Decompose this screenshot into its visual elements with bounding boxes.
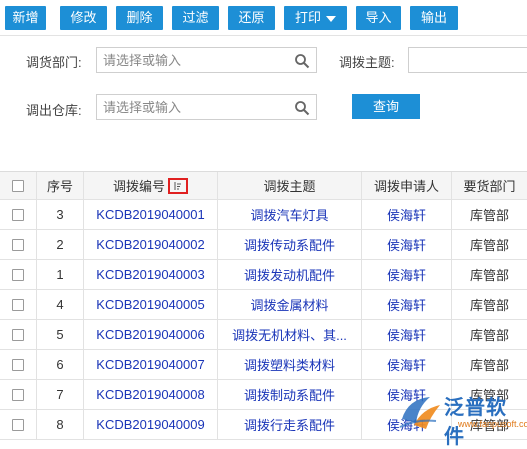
table-row[interactable]: 1 KCDB2019040003 调拨发动机配件 侯海轩 库管部 [0,260,527,290]
delete-button[interactable]: 删除 [116,6,163,30]
dept-field[interactable] [96,47,317,73]
row-seq: 7 [37,380,84,409]
search-icon[interactable] [294,100,310,116]
row-select-cell [0,230,37,259]
table-row[interactable]: 7 KCDB2019040008 调拨制动系配件 侯海轩 库管部 [0,380,527,410]
header-dept[interactable]: 要货部门 [452,172,527,199]
row-applicant-link[interactable]: 侯海轩 [362,380,452,409]
header-seq[interactable]: 序号 [37,172,84,199]
row-applicant-link[interactable]: 侯海轩 [362,290,452,319]
row-seq: 3 [37,200,84,229]
row-select-cell [0,380,37,409]
row-select-cell [0,290,37,319]
row-checkbox[interactable] [12,208,24,221]
search-icon[interactable] [294,53,310,69]
row-dept: 库管部 [469,268,509,283]
add-button[interactable]: 新增 [5,6,46,30]
table-row[interactable]: 3 KCDB2019040001 调拨汽车灯具 侯海轩 库管部 [0,200,527,230]
sort-icon[interactable] [168,177,188,194]
table-row[interactable]: 4 KCDB2019040005 调拨金属材料 侯海轩 库管部 [0,290,527,320]
import-button[interactable]: 导入 [356,6,401,30]
dept-label: 调货部门: [26,55,82,70]
row-code-link[interactable]: KCDB2019040008 [84,380,218,409]
row-applicant-link[interactable]: 侯海轩 [362,230,452,259]
row-seq: 1 [37,260,84,289]
row-checkbox[interactable] [12,418,24,431]
restore-button[interactable]: 还原 [228,6,275,30]
toolbar: 新增 修改 删除 过滤 还原 打印 导入 输出 [0,0,527,32]
header-applicant[interactable]: 调拨申请人 [362,172,452,199]
row-applicant-link[interactable]: 侯海轩 [362,260,452,289]
header-subject-label: 调拨主题 [263,179,316,194]
row-select-cell [0,260,37,289]
row-subject-link[interactable]: 调拨塑料类材料 [218,350,362,379]
table-row[interactable]: 6 KCDB2019040007 调拨塑料类材料 侯海轩 库管部 [0,350,527,380]
row-dept: 库管部 [469,358,509,373]
warehouse-input[interactable] [97,95,316,119]
row-checkbox[interactable] [12,238,24,251]
table-header: 序号 调拨编号 调拨主题 调拨申请人 要货部门 [0,171,527,200]
row-seq: 2 [37,230,84,259]
subject-input[interactable] [409,48,527,72]
warehouse-label: 调出仓库: [26,103,82,118]
row-code-link[interactable]: KCDB2019040006 [84,320,218,349]
edit-button[interactable]: 修改 [60,6,107,30]
table-row[interactable]: 2 KCDB2019040002 调拨传动系配件 侯海轩 库管部 [0,230,527,260]
header-subject[interactable]: 调拨主题 [218,172,362,199]
dept-input[interactable] [97,48,316,72]
header-applicant-label: 调拨申请人 [373,179,439,194]
row-code-link[interactable]: KCDB2019040002 [84,230,218,259]
row-applicant-link[interactable]: 侯海轩 [362,320,452,349]
header-code[interactable]: 调拨编号 [84,172,218,199]
row-seq: 4 [37,290,84,319]
header-seq-label: 序号 [46,179,73,194]
row-dept: 库管部 [469,238,509,253]
row-applicant-link[interactable]: 侯海轩 [362,350,452,379]
row-checkbox[interactable] [12,358,24,371]
row-code-link[interactable]: KCDB2019040001 [84,200,218,229]
select-all-checkbox[interactable] [12,179,24,192]
print-button-label: 打印 [294,10,321,25]
row-dept: 库管部 [469,208,509,223]
subject-label: 调拨主题: [339,55,395,70]
row-select-cell [0,320,37,349]
row-checkbox[interactable] [12,388,24,401]
row-subject-link[interactable]: 调拨发动机配件 [218,260,362,289]
row-dept: 库管部 [469,298,509,313]
row-checkbox[interactable] [12,328,24,341]
row-subject-link[interactable]: 调拨金属材料 [218,290,362,319]
row-applicant-link[interactable]: 侯海轩 [362,200,452,229]
row-subject-link[interactable]: 调拨传动系配件 [218,230,362,259]
row-subject-link[interactable]: 调拨无机材料、其... [218,320,362,349]
row-checkbox[interactable] [12,268,24,281]
table-row[interactable]: 5 KCDB2019040006 调拨无机材料、其... 侯海轩 库管部 [0,320,527,350]
row-code-link[interactable]: KCDB2019040005 [84,290,218,319]
query-button[interactable]: 查询 [352,94,420,119]
row-code-link[interactable]: KCDB2019040007 [84,350,218,379]
row-dept: 库管部 [469,328,509,343]
row-code-link[interactable]: KCDB2019040003 [84,260,218,289]
row-dept: 库管部 [469,388,509,403]
warehouse-field[interactable] [96,94,317,120]
header-code-label: 调拨编号 [112,179,165,194]
header-dept-label: 要货部门 [463,179,516,194]
row-seq: 6 [37,350,84,379]
row-seq: 5 [37,320,84,349]
table-row[interactable]: 8 KCDB2019040009 调拨行走系配件 侯海轩 库管部 [0,410,527,440]
header-select-all [0,172,37,199]
caret-down-icon [326,15,336,22]
row-checkbox[interactable] [12,298,24,311]
print-button[interactable]: 打印 [284,6,347,30]
row-subject-link[interactable]: 调拨汽车灯具 [218,200,362,229]
filter-button[interactable]: 过滤 [172,6,219,30]
row-select-cell [0,200,37,229]
export-button[interactable]: 输出 [410,6,458,30]
row-subject-link[interactable]: 调拨制动系配件 [218,380,362,409]
subject-field[interactable] [408,47,527,73]
row-select-cell [0,350,37,379]
toolbar-divider [0,35,527,36]
